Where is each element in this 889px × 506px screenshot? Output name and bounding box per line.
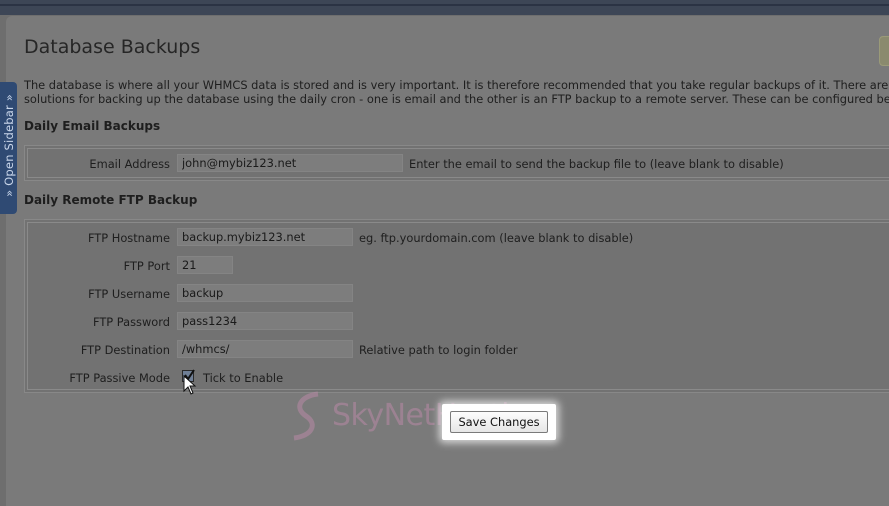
ftp-passive-row: FTP Passive Mode Tick to Enable [28,368,889,388]
ftp-section-title: Daily Remote FTP Backup [24,193,198,207]
intro-line-1: The database is where all your WHMCS dat… [24,78,889,92]
ftp-destination-hint: Relative path to login folder [359,343,518,357]
ftp-destination-row: FTP Destination Relative path to login f… [28,340,889,360]
email-input[interactable] [177,154,403,172]
open-sidebar-toggle[interactable]: » Open Sidebar » [0,82,17,214]
ftp-port-input[interactable] [177,256,233,274]
intro-text: The database is where all your WHMCS dat… [24,78,889,106]
top-bar-line [0,4,889,6]
ftp-hostname-row: FTP Hostname eg. ftp.yourdomain.com (lea… [28,228,889,248]
ftp-port-row: FTP Port [28,256,889,276]
save-button-highlight: Save Changes [442,404,556,440]
ftp-hostname-input[interactable] [177,228,353,246]
intro-line-2: solutions for backing up the database us… [24,92,889,106]
ftp-password-input[interactable] [177,312,353,330]
help-button-edge[interactable] [879,36,889,66]
ftp-password-row: FTP Password [28,312,889,332]
mouse-cursor-icon [183,375,197,395]
ftp-passive-hint: Tick to Enable [203,371,284,385]
email-hint: Enter the email to send the backup file … [409,157,784,171]
page-title: Database Backups [24,36,201,58]
ftp-password-label: FTP Password [92,315,170,329]
email-panel-inner: Email Address Enter the email to send th… [27,148,889,178]
ftp-username-row: FTP Username [28,284,889,304]
ftp-hostname-hint: eg. ftp.yourdomain.com (leave blank to d… [359,231,634,245]
top-bar [0,0,889,15]
ftp-passive-label: FTP Passive Mode [69,371,170,385]
ftp-username-input[interactable] [177,284,353,302]
ftp-hostname-label: FTP Hostname [87,231,170,245]
email-row: Email Address Enter the email to send th… [28,154,889,174]
open-sidebar-label: » Open Sidebar » [2,94,16,197]
save-changes-button[interactable]: Save Changes [450,411,548,433]
email-settings-panel: Email Address Enter the email to send th… [24,145,889,181]
watermark-swirl-icon [293,391,319,441]
ftp-settings-panel: FTP Hostname eg. ftp.yourdomain.com (lea… [24,219,889,393]
ftp-username-label: FTP Username [88,287,170,301]
ftp-panel-inner: FTP Hostname eg. ftp.yourdomain.com (lea… [27,222,889,390]
ftp-destination-label: FTP Destination [80,343,170,357]
ftp-port-label: FTP Port [123,259,170,273]
ftp-destination-input[interactable] [177,340,353,358]
email-label: Email Address [89,157,170,171]
email-section-title: Daily Email Backups [24,119,161,133]
